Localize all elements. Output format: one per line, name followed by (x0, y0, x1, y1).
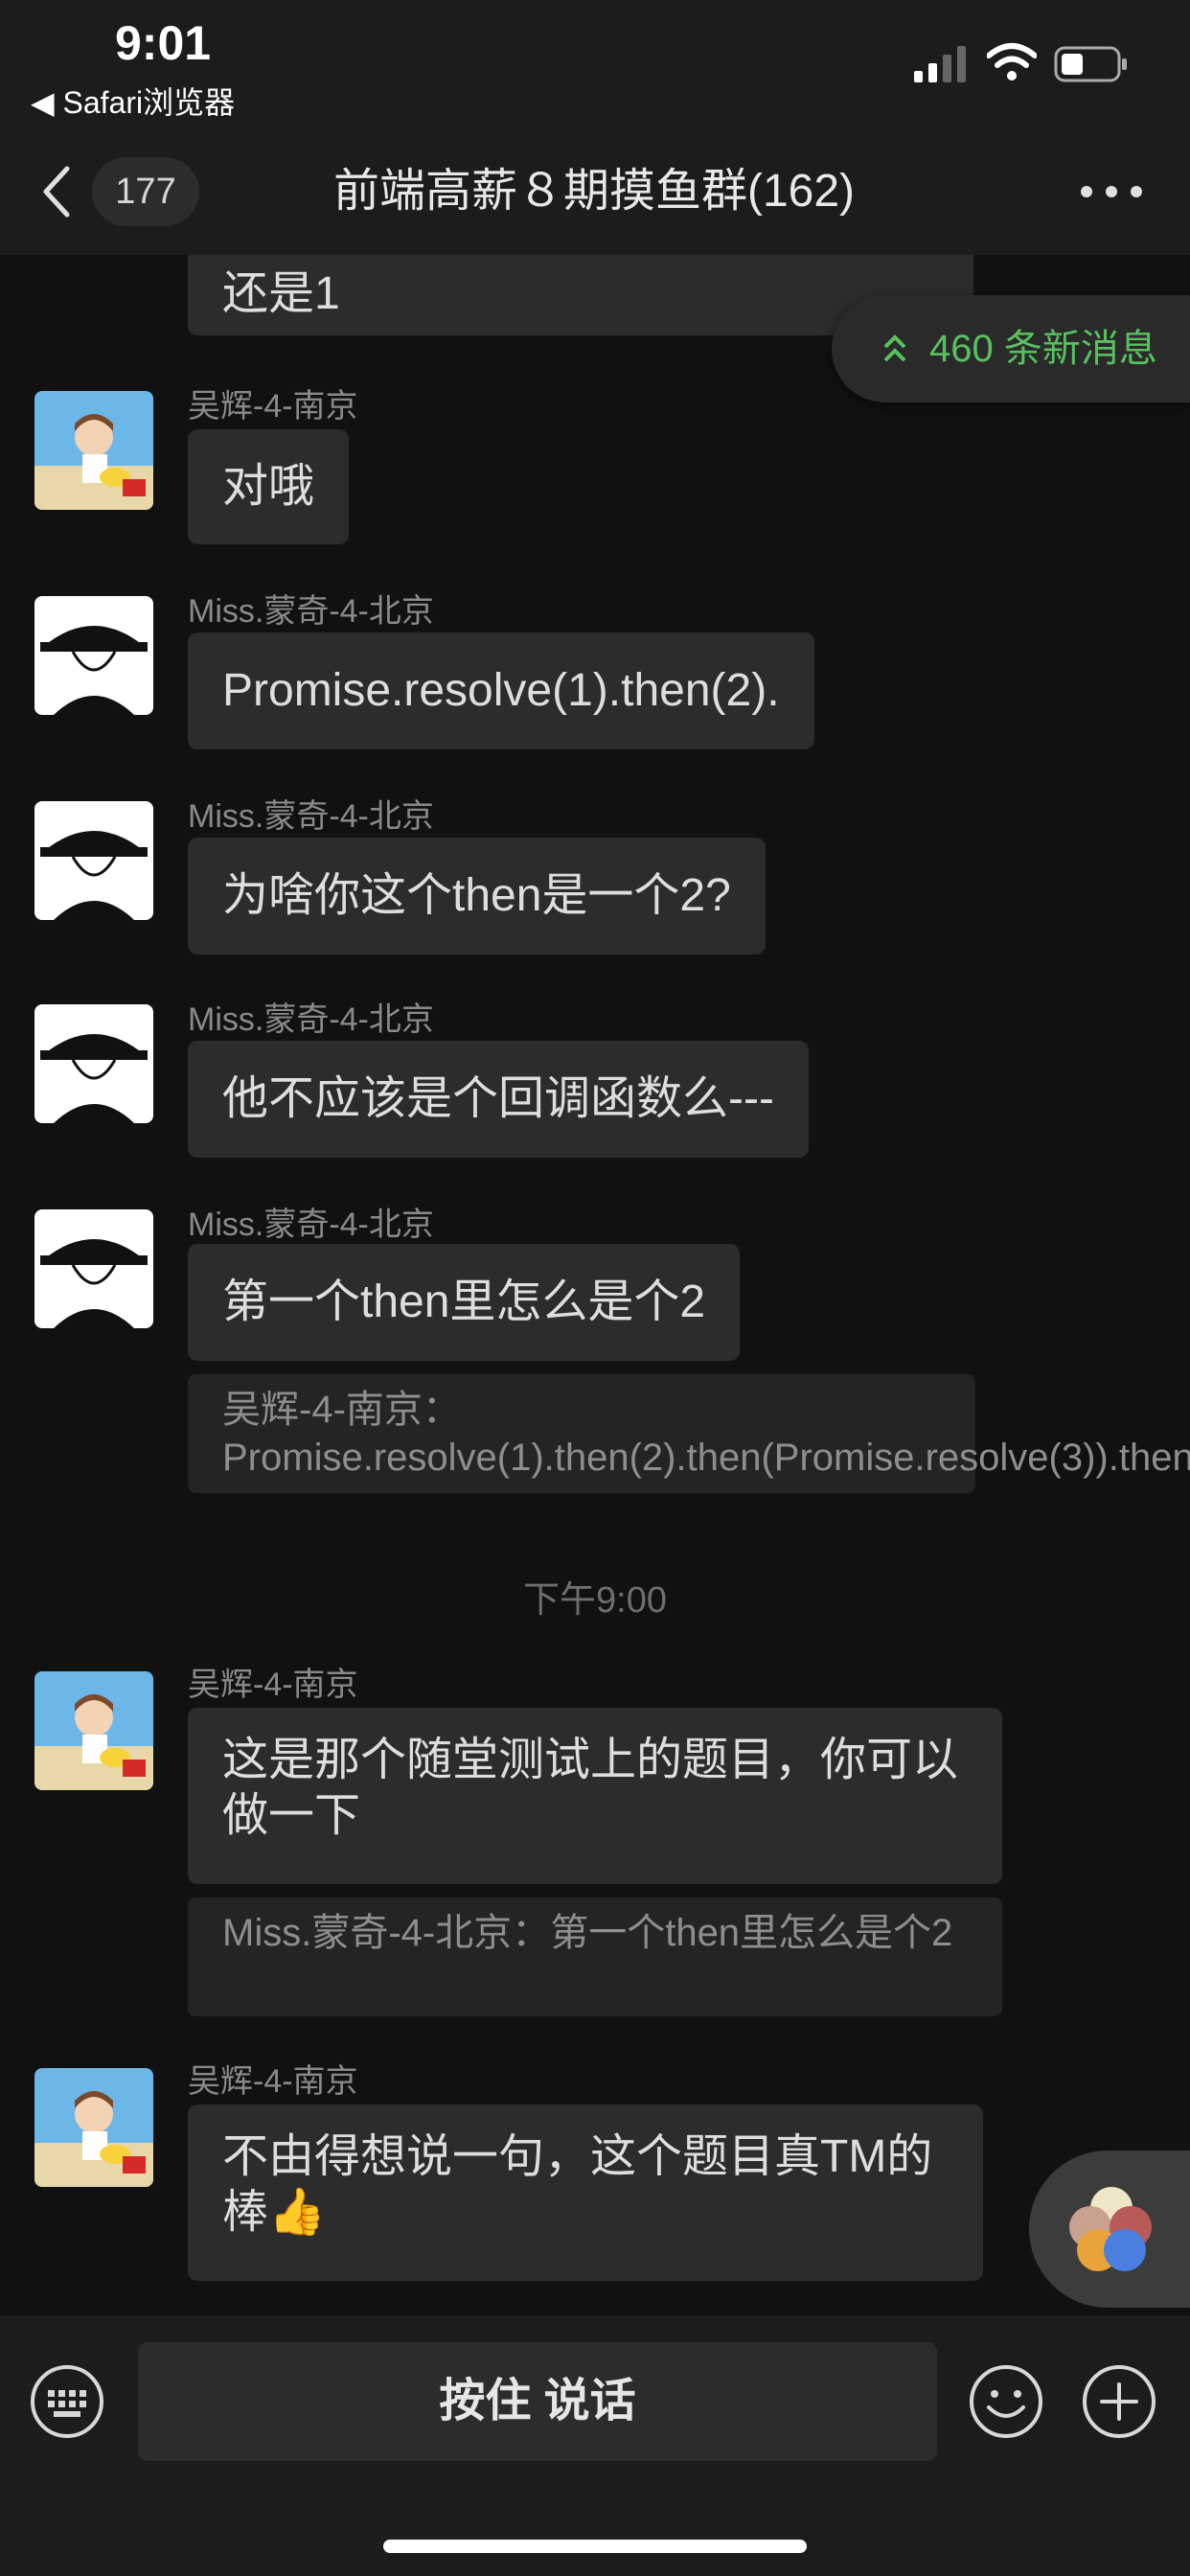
avatar[interactable] (34, 2068, 153, 2187)
message-text: Promise.resolve(1).then(2). (222, 665, 780, 716)
wifi-icon (987, 43, 1037, 80)
home-indicator[interactable] (383, 2540, 807, 2553)
new-messages-label: 460 条新消息 (929, 328, 1157, 370)
battery-icon (1054, 46, 1127, 82)
message-bubble[interactable]: 他不应该是个回调函数么--- (188, 1041, 809, 1158)
keyboard-icon[interactable] (29, 2363, 105, 2440)
quoted-message[interactable]: 吴辉-4-南京：Promise.resolve(1).then(2).then(… (188, 1374, 1190, 1493)
chat-header: 177 前端高薪８期摸鱼群(162) (0, 134, 1190, 255)
message-bubble[interactable]: 对哦 (188, 429, 350, 544)
group-title: 前端高薪８期摸鱼群(162) (332, 166, 856, 217)
signal-icon (914, 46, 966, 82)
emoji-icon[interactable] (968, 2363, 1044, 2440)
message-list[interactable]: 还是1 460 条新消息 吴辉-4-南京 对哦 Miss.蒙奇-4-北京 Pro… (0, 255, 1190, 2315)
floating-window-button[interactable] (1029, 2150, 1190, 2308)
unread-count-badge[interactable]: 177 (92, 157, 199, 226)
message-text: 对哦 (222, 461, 315, 512)
new-messages-button[interactable]: 460 条新消息 (832, 295, 1190, 402)
sender-name: 吴辉-4-南京 (188, 1667, 358, 1703)
avatar[interactable] (34, 1004, 153, 1123)
avatar[interactable] (34, 801, 153, 920)
message-bubble[interactable]: 这是那个随堂测试上的题目，你可以做一下 (188, 1708, 1002, 1884)
message-text: 第一个then里怎么是个2 (222, 1276, 706, 1327)
app-icon (1069, 2187, 1152, 2271)
message-bubble[interactable]: 第一个then里怎么是个2 (188, 1244, 741, 1361)
message-bubble[interactable]: 不由得想说一句，这个题目真TM的棒👍 (188, 2104, 983, 2281)
hold-to-talk-button[interactable]: 按住 说话 (138, 2342, 937, 2461)
double-chevron-up-icon (883, 334, 906, 362)
sender-name: Miss.蒙奇-4-北京 (188, 1001, 434, 1038)
status-bar: 9:01 ◀ Safari浏览器 (0, 0, 1190, 134)
chevron-left-icon[interactable] (38, 161, 77, 222)
sender-name: 吴辉-4-南京 (188, 2063, 358, 2100)
sender-name: 吴辉-4-南京 (188, 388, 358, 425)
avatar[interactable] (34, 391, 153, 510)
message-text: 这是那个随堂测试上的题目，你可以做一下 (222, 1735, 959, 1841)
more-icon[interactable] (1073, 169, 1150, 215)
input-bar: 按住 说话 (0, 2315, 1190, 2576)
status-time: 9:01 (115, 16, 212, 70)
avatar[interactable] (34, 1209, 153, 1328)
message-text: 为啥你这个then是一个2? (222, 870, 731, 921)
time-divider: 下午9:00 (523, 1580, 667, 1621)
back-to-safari-link[interactable]: ◀ Safari浏览器 (31, 79, 235, 123)
message-bubble[interactable]: Promise.resolve(1).then(2). (188, 632, 814, 749)
sender-name: Miss.蒙奇-4-北京 (188, 798, 434, 835)
avatar[interactable] (34, 1671, 153, 1790)
message-bubble[interactable]: 为啥你这个then是一个2? (188, 838, 766, 954)
message-text: 不由得想说一句，这个题目真TM的棒👍 (222, 2131, 933, 2238)
plus-icon[interactable] (1081, 2363, 1157, 2440)
sender-name: Miss.蒙奇-4-北京 (188, 1207, 434, 1243)
message-text: 他不应该是个回调函数么--- (222, 1073, 774, 1124)
avatar[interactable] (34, 596, 153, 715)
sender-name: Miss.蒙奇-4-北京 (188, 593, 434, 630)
message-text: 还是1 (222, 268, 340, 319)
quoted-message[interactable]: Miss.蒙奇-4-北京：第一个then里怎么是个2 (188, 1898, 1002, 2016)
